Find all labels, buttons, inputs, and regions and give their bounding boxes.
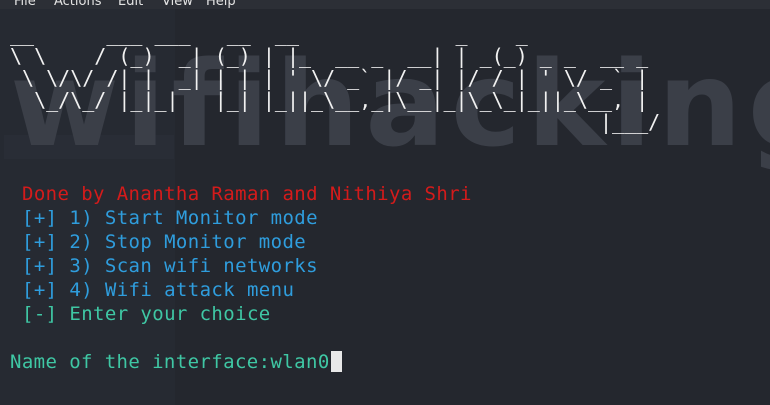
menu-file[interactable]: File xyxy=(14,0,36,9)
menu-view[interactable]: View xyxy=(162,0,193,9)
interface-input-value[interactable]: wlan0 xyxy=(270,351,329,373)
credit-text: Done by Anantha Raman and Nithiya Shri xyxy=(22,183,472,205)
ascii-line: \ \ / (_) _| (_) | |_ __ _ __| | _(_) _ … xyxy=(10,44,661,68)
menu-edit[interactable]: Edit xyxy=(118,0,143,9)
choice-prompt: [-] Enter your choice xyxy=(22,303,271,325)
terminal-window[interactable]: wifihacking __ ___ ___ __ __ _ _ \ \ / (… xyxy=(0,9,770,405)
ascii-line: __ ___ ___ __ __ _ _ xyxy=(10,22,661,46)
interface-prompt: Name of the interface: xyxy=(10,351,271,373)
option-scan-networks: [+] 3) Scan wifi networks xyxy=(22,255,318,277)
menu-bar: File Actions Edit View Help xyxy=(0,0,770,9)
interface-prompt-line[interactable]: Name of the interface:wlan0 xyxy=(10,351,342,373)
ascii-line: \ \/\/ /| | _| | | | ' \/ _` |/ _| |/ / … xyxy=(10,66,649,90)
ascii-banner: __ ___ ___ __ __ _ _ \ \ / (_) _| (_) | … xyxy=(10,23,672,133)
menu-actions[interactable]: Actions xyxy=(54,0,102,9)
menu-help[interactable]: Help xyxy=(206,0,236,9)
option-attack-menu: [+] 4) Wifi attack menu xyxy=(22,279,295,301)
ascii-line: \_/\_/ |_|_| |_| |_||_\__,_|\__|_|\_\_|_… xyxy=(10,88,649,112)
text-cursor xyxy=(330,351,342,372)
ascii-line: |___/ xyxy=(10,110,673,134)
option-stop-monitor: [+] 2) Stop Monitor mode xyxy=(22,231,307,253)
option-start-monitor: [+] 1) Start Monitor mode xyxy=(22,207,318,229)
